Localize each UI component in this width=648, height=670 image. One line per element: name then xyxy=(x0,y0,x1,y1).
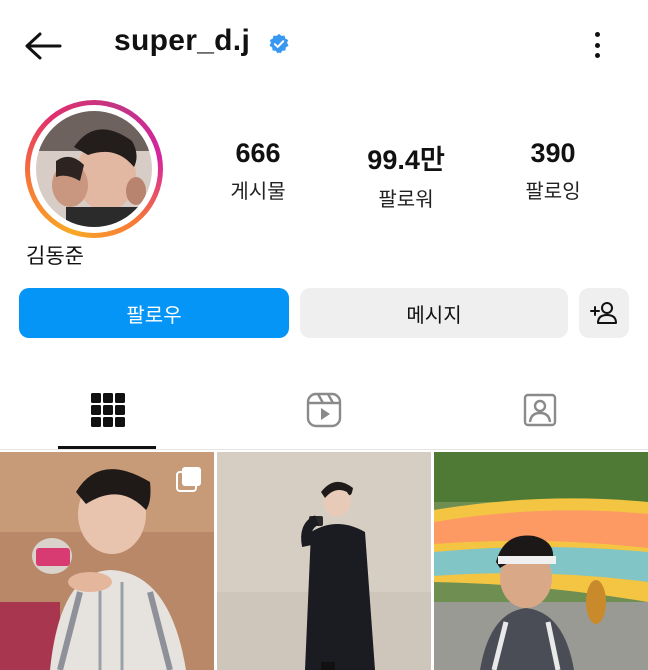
tab-reels[interactable] xyxy=(216,372,432,448)
back-button[interactable] xyxy=(24,30,64,62)
following-count[interactable]: 390 팔로잉 xyxy=(493,138,613,204)
stat-label: 팔로워 xyxy=(378,187,434,211)
verified-badge-icon xyxy=(269,33,289,54)
person-add-icon xyxy=(590,302,617,324)
tagged-icon xyxy=(523,393,557,427)
stat-label: 게시물 xyxy=(230,179,286,203)
suggest-users-button[interactable] xyxy=(579,288,629,338)
top-bar: super_d.j xyxy=(0,0,648,92)
follow-button[interactable]: 팔로우 xyxy=(19,288,289,338)
more-dot xyxy=(594,53,600,58)
tab-tagged[interactable] xyxy=(432,372,648,448)
more-dot xyxy=(594,42,600,48)
followers-count[interactable]: 99.4만 팔로워 xyxy=(346,138,466,212)
grid-post-3[interactable] xyxy=(434,452,648,670)
post-thumbnail xyxy=(217,452,431,670)
message-button[interactable]: 메시지 xyxy=(300,288,568,338)
posts-count[interactable]: 666 게시물 xyxy=(198,138,318,204)
stat-value: 99.4만 xyxy=(367,145,445,175)
post-thumbnail xyxy=(434,452,648,670)
stat-value: 666 xyxy=(235,138,281,168)
reels-icon xyxy=(306,392,342,428)
tab-posts-grid[interactable] xyxy=(0,372,216,448)
stat-value: 390 xyxy=(530,138,576,168)
story-ring[interactable] xyxy=(25,100,163,238)
profile-username: super_d.j xyxy=(114,24,251,57)
profile-tabs xyxy=(0,372,648,450)
multi-post-icon xyxy=(176,467,201,492)
more-options-button[interactable] xyxy=(586,28,608,62)
avatar-frame xyxy=(30,105,158,233)
avatar xyxy=(36,111,152,227)
active-tab-indicator xyxy=(58,446,156,449)
posts-grid xyxy=(0,452,648,670)
avatar-photo xyxy=(36,111,152,227)
arrow-left-icon xyxy=(25,32,62,60)
stat-label: 팔로잉 xyxy=(525,179,581,203)
grid-post-2[interactable] xyxy=(217,452,431,670)
grid-icon xyxy=(91,393,125,427)
more-vertical-icon xyxy=(594,32,600,37)
grid-post-1[interactable] xyxy=(0,452,214,670)
display-name: 김동준 xyxy=(26,244,84,268)
